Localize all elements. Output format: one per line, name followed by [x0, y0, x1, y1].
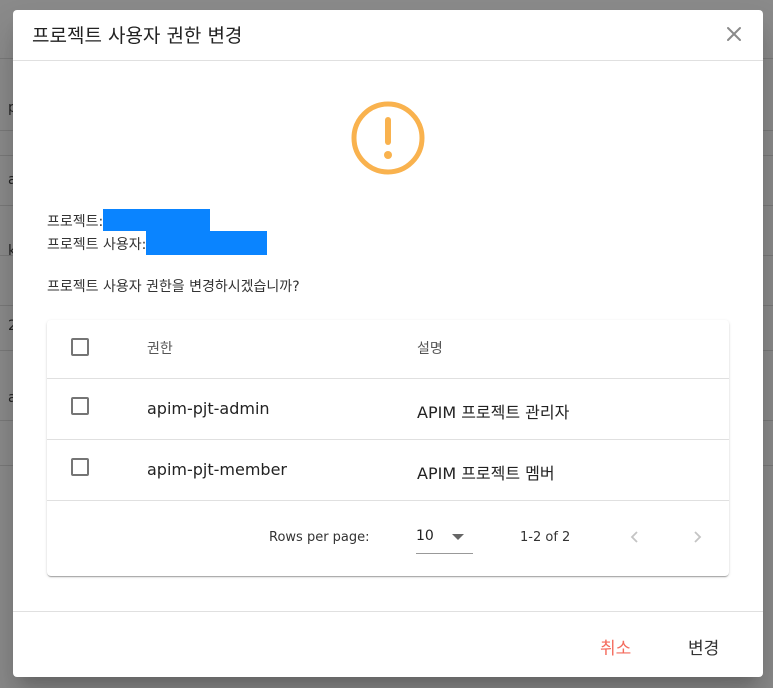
table-row[interactable]: apim-pjt-admin APIM 프로젝트 관리자 [47, 379, 729, 440]
change-permission-dialog: 프로젝트 사용자 권한 변경 프로젝트: 프로젝트 사용자: 프로젝트 사용자 … [13, 10, 763, 677]
rows-per-page-label: Rows per page: [269, 530, 370, 545]
redacted-project-name [103, 209, 211, 231]
redacted-user-name [146, 231, 268, 255]
caret-down-icon [452, 534, 464, 540]
row-checkbox[interactable] [71, 458, 89, 476]
role-cell: apim-pjt-member [147, 460, 288, 479]
chevron-left-icon[interactable] [623, 525, 647, 549]
column-header-description: 설명 [417, 341, 443, 357]
description-cell: APIM 프로젝트 멤버 [417, 464, 555, 483]
pagination-range: 1-2 of 2 [520, 530, 571, 545]
rows-per-page-select[interactable]: 10 [416, 521, 473, 554]
change-button[interactable]: 변경 [688, 634, 719, 659]
row-checkbox[interactable] [71, 397, 89, 415]
rows-per-page-value: 10 [416, 528, 434, 544]
description-cell: APIM 프로젝트 관리자 [417, 403, 570, 422]
project-user-info: 프로젝트 사용자: [47, 231, 268, 255]
column-header-role: 권한 [147, 341, 173, 357]
dialog-title: 프로젝트 사용자 권한 변경 [32, 25, 243, 47]
table-pagination: Rows per page: 10 1-2 of 2 [47, 501, 729, 576]
table-header: 권한 설명 [47, 320, 729, 379]
permission-table: 권한 설명 apim-pjt-admin APIM 프로젝트 관리자 apim-… [47, 320, 729, 576]
role-cell: apim-pjt-admin [147, 399, 270, 418]
select-all-checkbox[interactable] [71, 338, 89, 356]
close-icon[interactable] [722, 22, 746, 46]
dialog-actions: 취소 변경 [13, 611, 763, 677]
dialog-header: 프로젝트 사용자 권한 변경 [13, 10, 763, 61]
project-info: 프로젝트: [47, 209, 211, 231]
table-row[interactable]: apim-pjt-member APIM 프로젝트 멤버 [47, 440, 729, 501]
confirm-question: 프로젝트 사용자 권한을 변경하시겠습니까? [47, 279, 300, 295]
warning-icon [350, 100, 426, 176]
cancel-button[interactable]: 취소 [600, 634, 631, 659]
project-user-label: 프로젝트 사용자: [47, 237, 147, 253]
project-label: 프로젝트: [47, 214, 104, 230]
chevron-right-icon[interactable] [685, 525, 709, 549]
